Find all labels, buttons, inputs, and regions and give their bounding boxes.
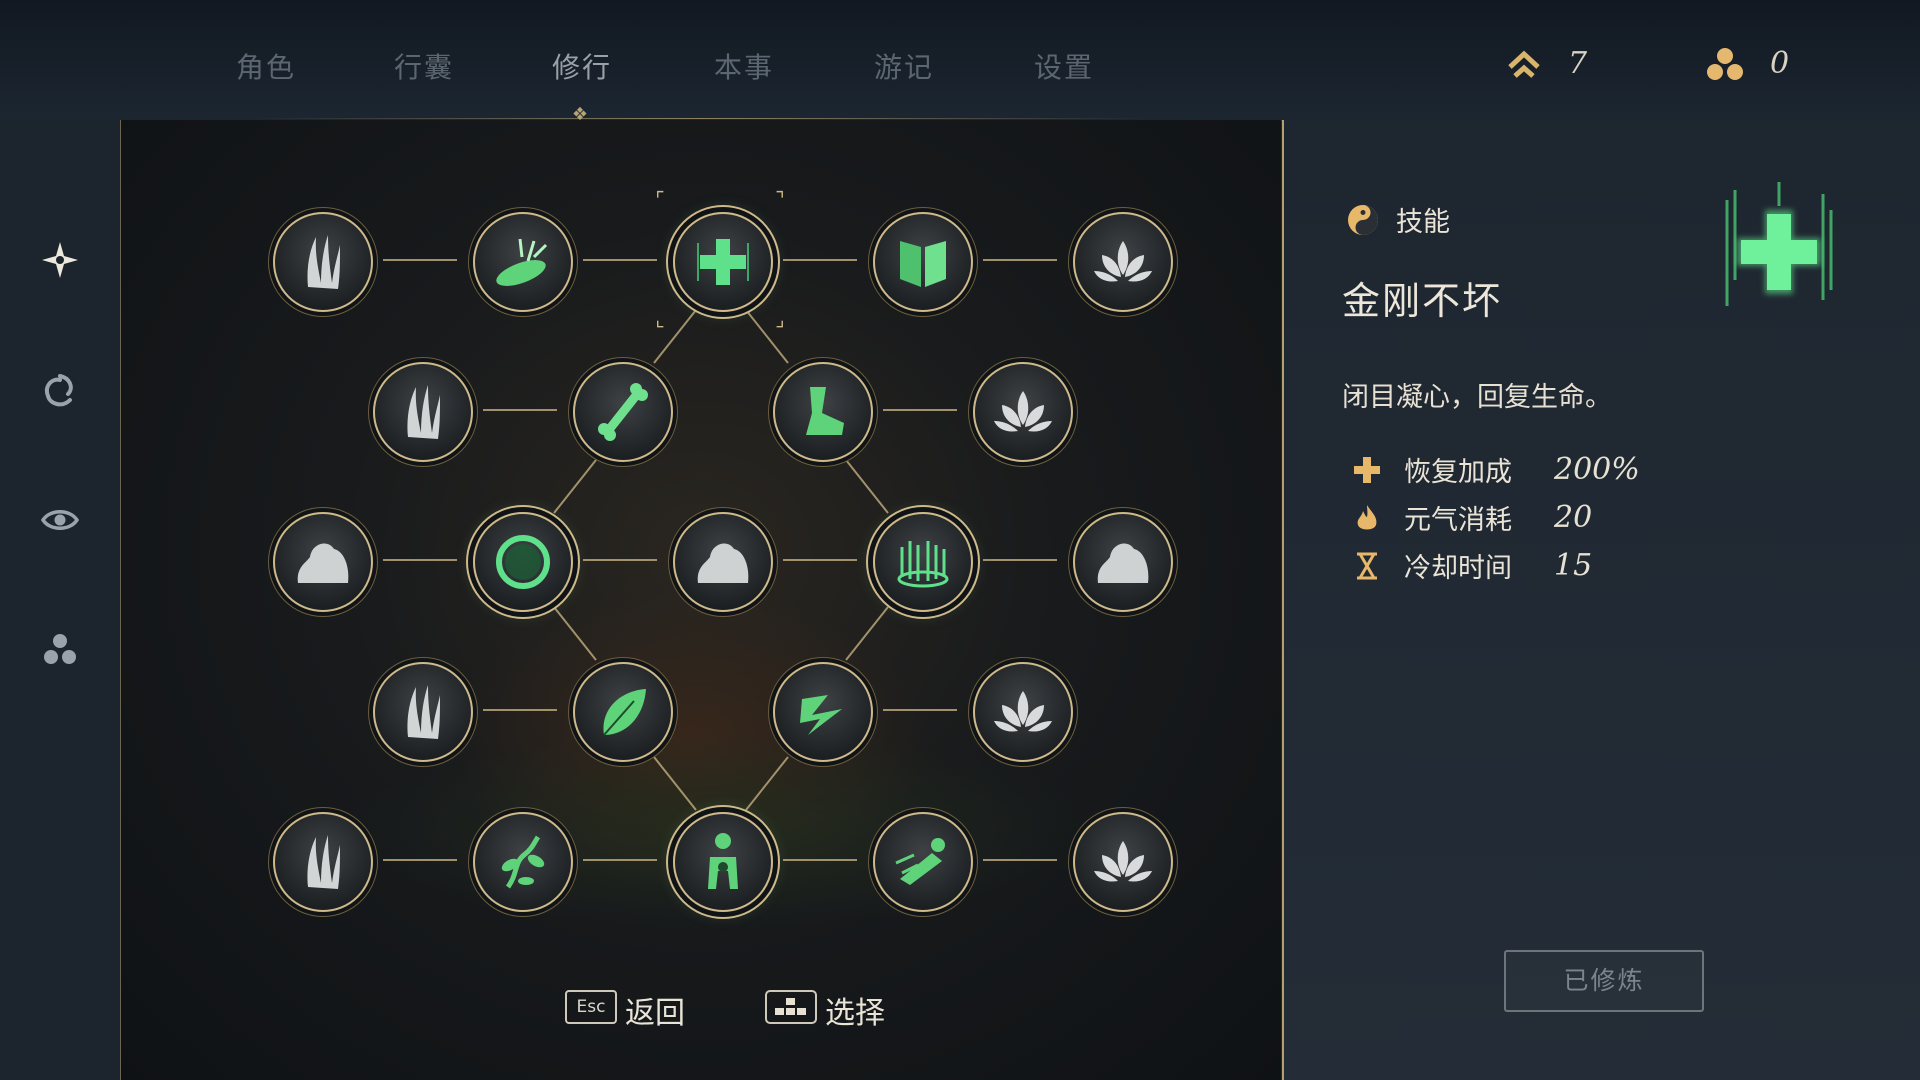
vine-icon bbox=[501, 835, 545, 889]
skill-node-claw[interactable] bbox=[373, 362, 473, 462]
tab-character[interactable]: 角色 bbox=[236, 46, 296, 86]
skill-node-slash-leaf[interactable] bbox=[473, 212, 573, 312]
skill-tree-panel: ⌜ ⌝ ⌞ ⌟ Esc 返回 选择 bbox=[121, 120, 1281, 1080]
lotus-icon bbox=[994, 691, 1052, 732]
selection-corner-icon: ⌞ bbox=[655, 307, 665, 331]
skill-node-lotus[interactable] bbox=[973, 662, 1073, 762]
skill-node-stone[interactable] bbox=[273, 512, 373, 612]
stat-name: 冷却时间 bbox=[1404, 553, 1512, 584]
stat-row: 元气消耗 20 bbox=[1352, 498, 1592, 537]
stone-icon bbox=[297, 543, 349, 583]
skill-node-vine[interactable] bbox=[473, 812, 573, 912]
selection-corner-icon: ⌟ bbox=[775, 307, 785, 331]
skill-node-claw[interactable] bbox=[373, 662, 473, 762]
stat-value: 20 bbox=[1554, 500, 1593, 535]
green-ring-icon bbox=[496, 535, 550, 589]
skill-node-figure[interactable] bbox=[673, 812, 773, 912]
lotus-icon bbox=[994, 391, 1052, 432]
skill-node-lotus[interactable] bbox=[1073, 812, 1173, 912]
stat-name: 元气消耗 bbox=[1404, 505, 1512, 536]
orbs-value: 0 bbox=[1770, 46, 1790, 81]
skill-node-lightning[interactable] bbox=[773, 662, 873, 762]
level-points-value: 7 bbox=[1568, 46, 1588, 81]
skill-node-stone[interactable] bbox=[673, 512, 773, 612]
tab-settings[interactable]: 设置 bbox=[1034, 46, 1094, 86]
green-cross-icon bbox=[1725, 182, 1833, 306]
claw-icon bbox=[407, 685, 440, 739]
stone-icon bbox=[697, 543, 749, 583]
select-button[interactable]: 选择 bbox=[825, 988, 885, 1032]
orbs-counter: 0 bbox=[1706, 46, 1789, 81]
skill-node-lotus[interactable] bbox=[1073, 212, 1173, 312]
skill-node-bone[interactable] bbox=[573, 362, 673, 462]
hourglass-icon bbox=[1357, 552, 1377, 579]
stat-value: 15 bbox=[1554, 548, 1593, 583]
skill-node-stone[interactable] bbox=[1073, 512, 1173, 612]
slash-leaf-icon bbox=[496, 238, 548, 286]
top-navigation-bar: 角色 行囊 修行 本事 游记 设置 ❖ 7 0 bbox=[0, 0, 1920, 125]
boot-icon bbox=[806, 387, 844, 435]
figure-icon bbox=[708, 833, 738, 889]
flame-icon bbox=[1357, 504, 1377, 529]
skill-node-green-ring[interactable] bbox=[473, 512, 573, 612]
skill-category-label: 技能 bbox=[1396, 207, 1450, 238]
lotus-icon bbox=[1094, 241, 1152, 282]
skill-node-claw[interactable] bbox=[273, 812, 373, 912]
sparkle-icon[interactable] bbox=[40, 240, 80, 280]
yin-yang-icon bbox=[1348, 204, 1378, 235]
tab-cultivation[interactable]: 修行 bbox=[552, 46, 612, 86]
stat-value: 200% bbox=[1554, 452, 1640, 487]
category-sidebar bbox=[0, 120, 122, 1080]
level-points-counter: 7 bbox=[1506, 46, 1587, 81]
stat-name: 恢复加成 bbox=[1404, 457, 1512, 488]
learned-button[interactable]: 已修炼 bbox=[1504, 950, 1704, 1012]
three-orbs-icon bbox=[1707, 47, 1743, 80]
lightning-icon bbox=[800, 695, 842, 735]
skill-node-lotus[interactable] bbox=[973, 362, 1073, 462]
back-button[interactable]: 返回 bbox=[625, 988, 685, 1032]
skill-node-leaf[interactable] bbox=[573, 662, 673, 762]
leaf-icon bbox=[603, 689, 646, 736]
claw-icon bbox=[307, 235, 340, 289]
skill-node-green-cross-selected[interactable] bbox=[673, 212, 773, 312]
green-cross-icon bbox=[697, 239, 749, 285]
stat-row: 恢复加成 200% bbox=[1352, 450, 1640, 489]
tab-inventory[interactable]: 行囊 bbox=[394, 46, 454, 86]
plus-icon bbox=[1354, 456, 1380, 483]
dash-icon bbox=[895, 838, 945, 885]
skill-node-boot[interactable] bbox=[773, 362, 873, 462]
skill-detail-panel: 技能 金刚不坏 闭目凝心，回复生命。 恢复加成 200% 元气消耗 20 冷却时… bbox=[1282, 120, 1920, 1080]
skill-category: 技能 bbox=[1346, 200, 1450, 239]
skill-description: 闭目凝心，回复生命。 bbox=[1342, 382, 1612, 413]
control-hints: Esc 返回 选择 bbox=[121, 990, 1281, 1050]
skill-title: 金刚不坏 bbox=[1342, 279, 1503, 323]
book-icon bbox=[900, 241, 946, 287]
skill-node-green-pillar[interactable] bbox=[873, 512, 973, 612]
swirl-icon[interactable] bbox=[40, 370, 80, 410]
claw-icon bbox=[407, 385, 440, 439]
skill-node-book[interactable] bbox=[873, 212, 973, 312]
tab-abilities[interactable]: 本事 bbox=[714, 46, 774, 86]
tab-underline bbox=[250, 118, 1150, 119]
double-chevron-up-icon bbox=[1508, 50, 1540, 78]
selection-corner-icon: ⌝ bbox=[775, 187, 785, 211]
lotus-icon bbox=[1094, 841, 1152, 882]
stone-icon bbox=[1097, 543, 1149, 583]
esc-key-icon: Esc bbox=[565, 990, 617, 1024]
claw-icon bbox=[307, 835, 340, 889]
eye-icon[interactable] bbox=[40, 500, 80, 540]
select-key-icon bbox=[765, 990, 817, 1024]
selection-corner-icon: ⌜ bbox=[655, 187, 665, 211]
tab-journal[interactable]: 游记 bbox=[874, 46, 934, 86]
skill-node-claw[interactable] bbox=[273, 212, 373, 312]
stat-row: 冷却时间 15 bbox=[1352, 546, 1592, 585]
bone-icon bbox=[598, 383, 648, 441]
three-orbs-icon[interactable] bbox=[40, 630, 80, 670]
skill-node-dash[interactable] bbox=[873, 812, 973, 912]
green-pillar-icon bbox=[897, 541, 949, 588]
